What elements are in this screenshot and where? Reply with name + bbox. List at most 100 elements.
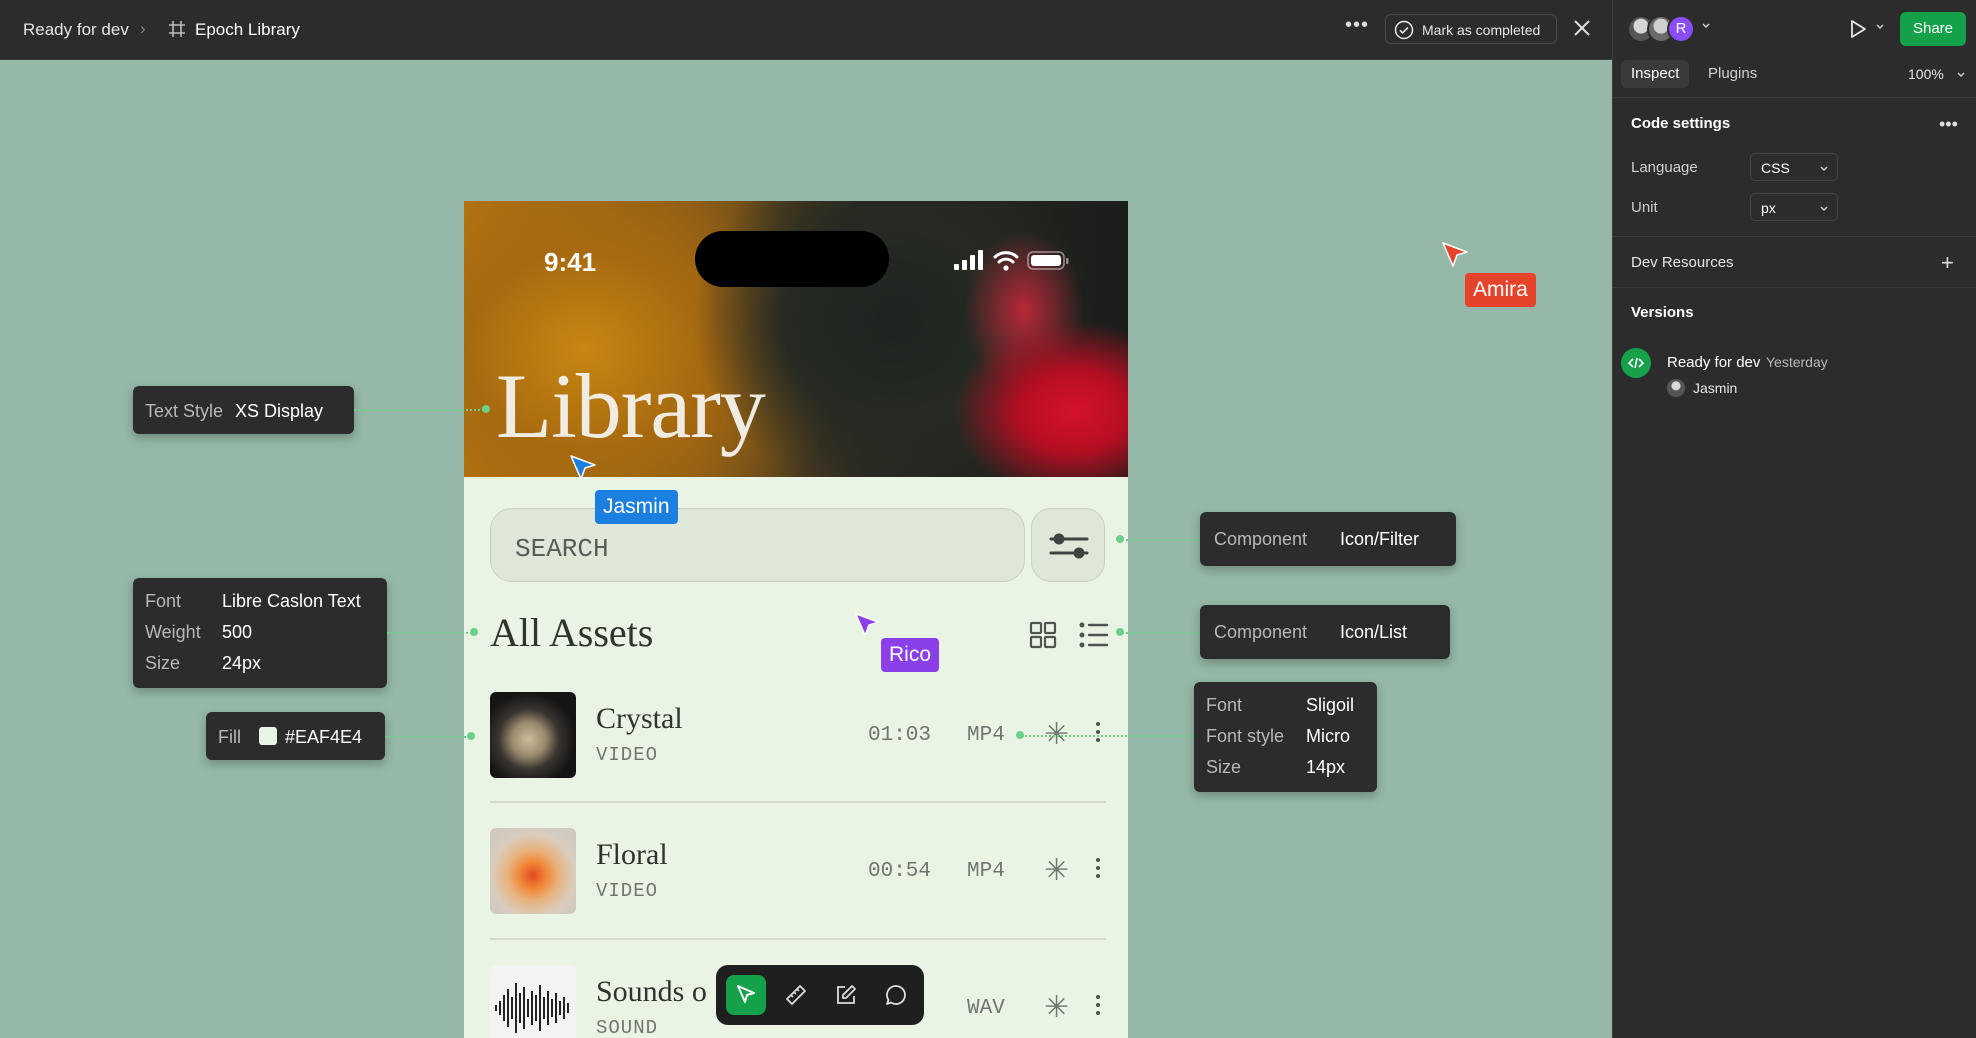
top-bar: Ready for dev › Epoch Library ••• Mark a… [0, 0, 1612, 60]
version-status[interactable]: Ready for dev [1667, 354, 1760, 371]
wifi-icon [993, 251, 1019, 264]
cursor-arrow-icon [855, 613, 879, 636]
annotation-anchor [470, 628, 478, 636]
mark-completed-button[interactable]: Mark as completed [1385, 14, 1557, 44]
unit-value: px [1761, 200, 1776, 216]
font-key: Font [145, 591, 182, 611]
asset-thumbnail [490, 965, 576, 1038]
weight-key: Weight [145, 622, 201, 642]
chevron-down-icon[interactable] [1701, 21, 1711, 31]
waveform-icon [495, 983, 569, 1033]
edit-icon [837, 985, 856, 1004]
dev-resources-heading: Dev Resources [1631, 254, 1734, 271]
component-key: Component [1214, 622, 1308, 642]
breadcrumb-current[interactable]: Epoch Library [195, 20, 300, 40]
dev-mode-toolbar [716, 965, 924, 1025]
weight-value: 500 [222, 622, 253, 642]
row-divider [490, 938, 1106, 940]
annotation-anchor [1116, 535, 1124, 543]
font-value: Sligoil [1306, 695, 1355, 715]
design-canvas[interactable]: 9:41 Library SEARCH All Assets Crystal V… [0, 60, 1612, 1038]
versions-heading: Versions [1631, 304, 1694, 321]
breadcrumb-separator: › [140, 19, 146, 38]
library-title: Library [496, 355, 766, 457]
grid-view-icon[interactable] [1029, 621, 1057, 649]
annotate-tool[interactable] [826, 975, 866, 1015]
play-icon[interactable] [1847, 18, 1869, 40]
divider [1613, 97, 1976, 98]
cursor-label-rico: Rico [881, 638, 940, 672]
search-placeholder: SEARCH [515, 534, 609, 564]
measure-tool[interactable] [776, 975, 816, 1015]
share-button[interactable]: Share [1900, 12, 1966, 46]
annotation-leader [1122, 539, 1200, 541]
annotation-leader [1122, 632, 1200, 634]
asset-row[interactable]: Crystal VIDEO 01:03 MP4 ✳ [490, 692, 1106, 778]
version-time: Yesterday [1766, 354, 1828, 370]
tab-plugins[interactable]: Plugins [1698, 60, 1767, 88]
filter-button[interactable] [1031, 508, 1105, 582]
cursor-arrow-icon [570, 455, 596, 480]
more-vertical-icon[interactable] [1094, 854, 1102, 888]
component-value: Icon/List [1340, 622, 1408, 642]
add-dev-resource-button[interactable]: + [1941, 250, 1954, 276]
annotation-key: Text Style [145, 401, 224, 421]
breadcrumb-parent[interactable]: Ready for dev [23, 20, 129, 40]
asset-format: MP4 [967, 860, 1005, 883]
battery-icon [1027, 251, 1069, 270]
asset-row[interactable]: Floral VIDEO 00:54 MP4 ✳ [490, 828, 1106, 914]
check-circle-icon [1394, 20, 1414, 40]
text-style-annotation[interactable]: Text Style XS Display [133, 386, 354, 434]
annotation-anchor [1016, 731, 1024, 739]
font-spec-annotation[interactable]: Font Libre Caslon Text Weight 500 Size 2… [133, 578, 387, 688]
avatar[interactable]: R [1667, 15, 1695, 43]
unit-select[interactable]: px [1750, 193, 1838, 221]
tab-inspect[interactable]: Inspect [1621, 60, 1690, 88]
asterisk-icon[interactable]: ✳ [1044, 856, 1069, 886]
more-vertical-icon[interactable] [1094, 991, 1102, 1025]
component-key: Component [1214, 529, 1308, 549]
select-tool[interactable] [726, 975, 766, 1015]
filter-component-annotation[interactable]: Component Icon/Filter [1200, 512, 1456, 566]
asset-thumbnail [490, 692, 576, 778]
fill-key: Fill [218, 727, 241, 747]
asset-name: Crystal [596, 702, 683, 735]
list-view-icon[interactable] [1079, 621, 1109, 649]
close-icon[interactable] [1570, 16, 1594, 40]
frame-icon [169, 21, 185, 37]
asterisk-icon[interactable]: ✳ [1044, 993, 1069, 1023]
size-value: 14px [1306, 757, 1346, 777]
asset-name: Sounds o [596, 975, 707, 1008]
chevron-down-icon[interactable] [1875, 22, 1885, 32]
row-divider [490, 801, 1106, 803]
asset-duration: 01:03 [868, 724, 932, 747]
status-time: 9:41 [544, 247, 597, 277]
chevron-down-icon[interactable] [1956, 70, 1966, 80]
asset-duration: 00:54 [868, 860, 932, 883]
cursor-label-jasmin: Jasmin [595, 490, 678, 524]
font-style-key: Font style [1206, 726, 1285, 746]
version-user: Jasmin [1693, 380, 1738, 396]
dynamic-island [695, 231, 889, 287]
filter-icon [1049, 533, 1089, 559]
more-options-button[interactable]: ••• [1344, 14, 1370, 44]
language-select[interactable]: CSS [1750, 153, 1838, 181]
asset-format: WAV [967, 997, 1005, 1020]
mark-completed-label: Mark as completed [1422, 22, 1541, 38]
annotation-leader [1022, 735, 1194, 737]
zoom-level[interactable]: 100% [1908, 66, 1944, 82]
fill-swatch [259, 727, 277, 745]
comment-tool[interactable] [876, 975, 916, 1015]
phone-frame[interactable]: 9:41 Library SEARCH All Assets Crystal V… [464, 201, 1128, 1038]
avatar [1667, 379, 1685, 397]
code-settings-more-button[interactable]: ••• [1939, 114, 1958, 135]
mono-font-annotation[interactable]: Font Sligoil Font style Micro Size 14px [1194, 682, 1377, 792]
size-key: Size [145, 653, 181, 673]
fill-annotation[interactable]: Fill #EAF4E4 [206, 712, 385, 760]
asset-thumbnail [490, 828, 576, 914]
language-label: Language [1631, 159, 1698, 176]
list-component-annotation[interactable]: Component Icon/List [1200, 605, 1450, 659]
unit-label: Unit [1631, 199, 1658, 216]
search-input[interactable]: SEARCH [490, 508, 1025, 582]
font-key: Font [1206, 695, 1243, 715]
